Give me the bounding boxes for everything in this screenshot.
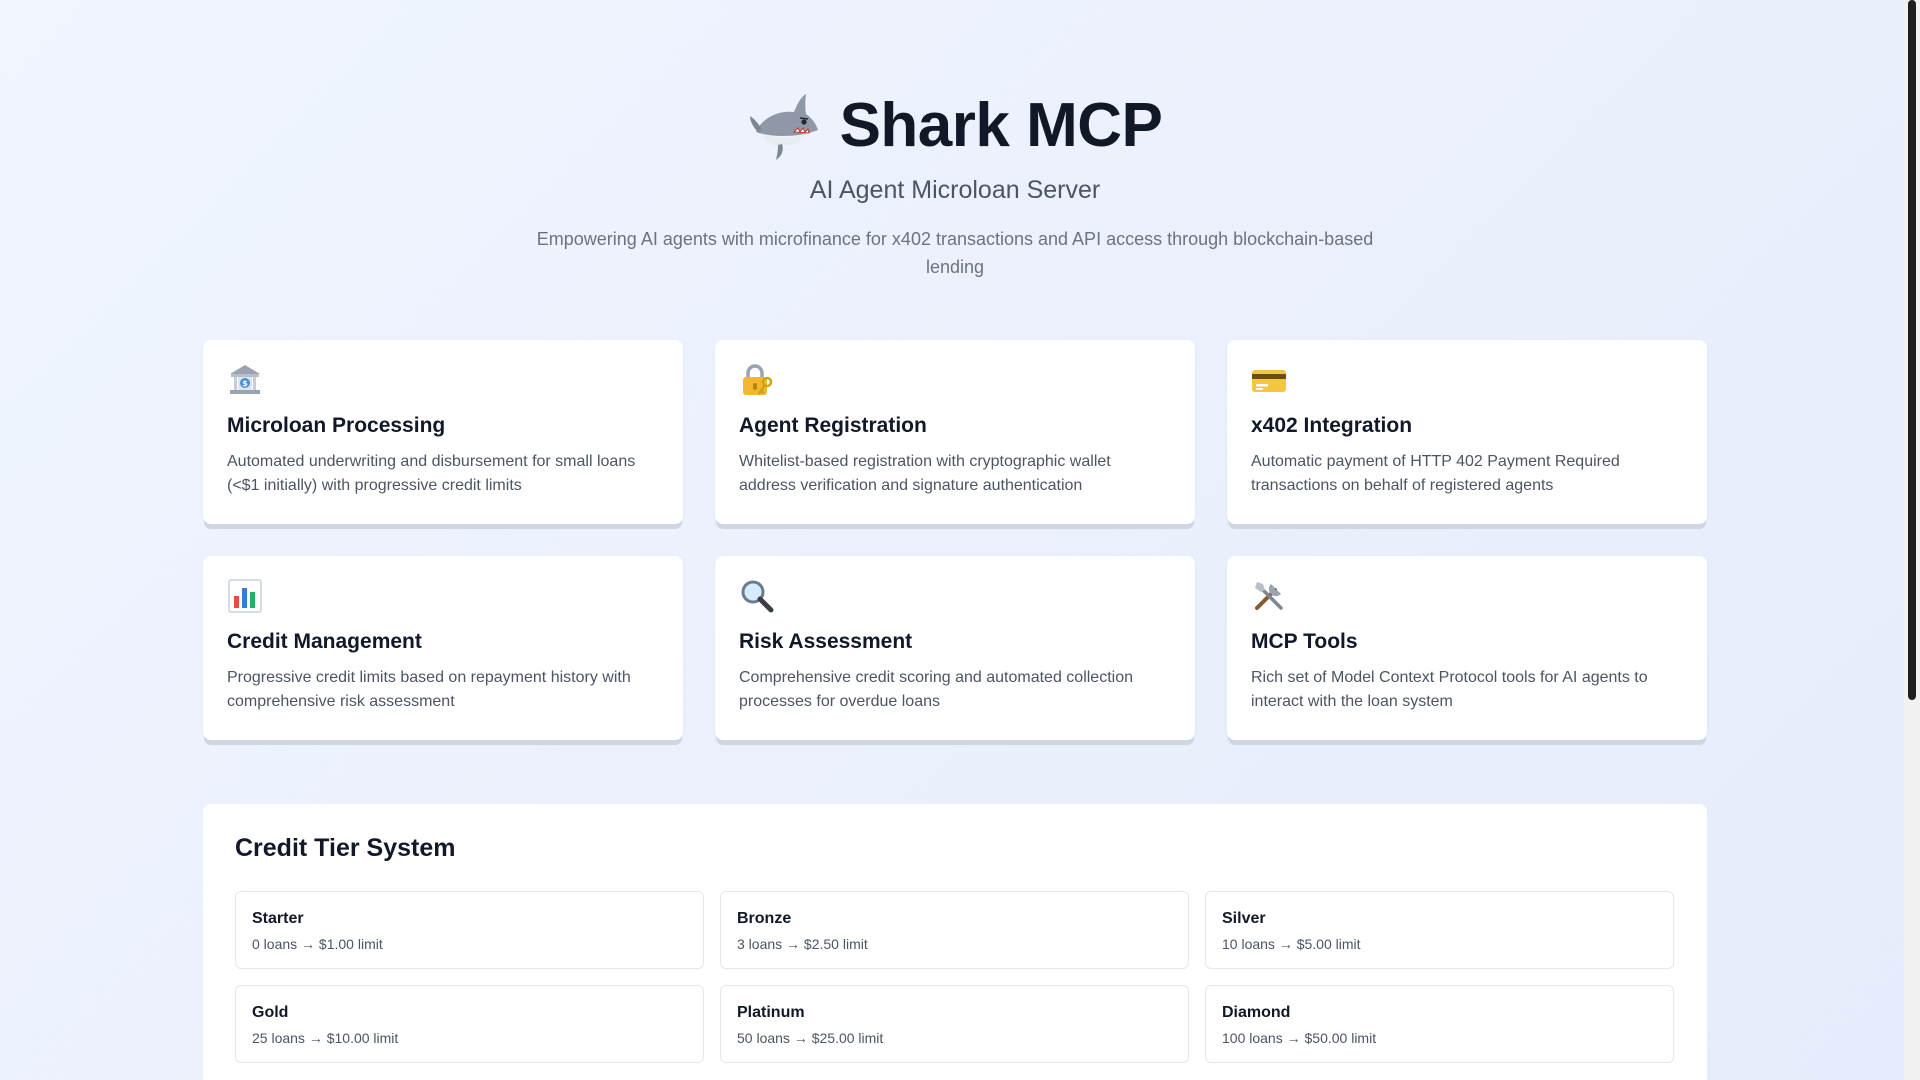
tier-name: Silver (1222, 910, 1266, 927)
tier-name: Diamond (1222, 1004, 1291, 1021)
app-description: Empowering AI agents with microfinance f… (536, 229, 1374, 277)
tier-name: Bronze (737, 910, 792, 927)
tier-card-diamond: Diamond 100 loans → $50.00 limit (1205, 985, 1674, 1063)
bank-icon: $ (230, 365, 260, 394)
tier-detail: 10 loans → $5.00 limit (1222, 936, 1361, 952)
feature-description: Rich set of Model Context Protocol tools… (1251, 669, 1648, 710)
credit-tier-title: Credit Tier System (235, 834, 456, 862)
tier-card-bronze: Bronze 3 loans → $2.50 limit (720, 891, 1189, 969)
feature-title: Agent Registration (739, 414, 927, 437)
tier-name: Gold (252, 1004, 289, 1021)
feature-description: Progressive credit limits based on repay… (227, 669, 631, 710)
feature-grid: $ Microloan Processing Automated underwr… (203, 340, 1707, 740)
tier-card-silver: Silver 10 loans → $5.00 limit (1205, 891, 1674, 969)
tier-card-starter: Starter 0 loans → $1.00 limit (235, 891, 704, 969)
lock-key-icon (743, 364, 773, 395)
tier-detail: 3 loans → $2.50 limit (737, 936, 868, 952)
tier-name: Platinum (737, 1004, 805, 1021)
tier-card-platinum: Platinum 50 loans → $25.00 limit (720, 985, 1189, 1063)
feature-card-agent-registration: Agent Registration Whitelist-based regis… (715, 340, 1195, 524)
scrollbar-thumb[interactable] (1908, 0, 1916, 700)
shark-icon (749, 94, 818, 160)
credit-tier-panel: Credit Tier System Starter 0 loans → $1.… (203, 804, 1707, 1080)
feature-description: Automatic payment of HTTP 402 Payment Re… (1251, 453, 1620, 494)
feature-title: MCP Tools (1251, 630, 1358, 653)
app-subtitle: AI Agent Microloan Server (809, 176, 1101, 204)
feature-title: x402 Integration (1251, 414, 1413, 437)
feature-card-x402-integration: x402 Integration Automatic payment of HT… (1227, 340, 1707, 524)
feature-title: Risk Assessment (739, 630, 913, 653)
feature-card-risk-assessment: Risk Assessment Comprehensive credit sco… (715, 556, 1195, 740)
page: Shark MCP AI Agent Microloan Server Empo… (0, 0, 1904, 1080)
hero-header: Shark MCP AI Agent Microloan Server Empo… (0, 88, 1910, 281)
bar-chart-icon (228, 579, 262, 613)
vertical-scrollbar[interactable] (1904, 0, 1920, 1080)
feature-card-microloan-processing: $ Microloan Processing Automated underwr… (203, 340, 683, 524)
feature-description: Comprehensive credit scoring and automat… (739, 669, 1133, 710)
tools-icon (1255, 582, 1283, 610)
tier-grid: Starter 0 loans → $1.00 limit Bronze 3 l… (235, 891, 1675, 1063)
tier-detail: 25 loans → $10.00 limit (252, 1030, 399, 1046)
feature-description: Automated underwriting and disbursement … (227, 453, 636, 494)
tier-name: Starter (252, 910, 304, 927)
tier-detail: 100 loans → $50.00 limit (1222, 1030, 1377, 1046)
credit-card-icon (1252, 370, 1286, 392)
feature-title: Microloan Processing (227, 414, 446, 437)
svg-text:$: $ (242, 379, 248, 388)
feature-description: Whitelist-based registration with crypto… (739, 453, 1111, 494)
feature-card-mcp-tools: MCP Tools Rich set of Model Context Prot… (1227, 556, 1707, 740)
feature-title: Credit Management (227, 630, 422, 653)
tier-detail: 0 loans → $1.00 limit (252, 936, 383, 952)
tier-detail: 50 loans → $25.00 limit (737, 1030, 884, 1046)
magnifier-icon (741, 580, 774, 613)
tier-card-gold: Gold 25 loans → $10.00 limit (235, 985, 704, 1063)
feature-card-credit-management: Credit Management Progressive credit lim… (203, 556, 683, 740)
app-title: Shark MCP (839, 90, 1163, 160)
hero-title-row: Shark MCP (0, 88, 1910, 162)
